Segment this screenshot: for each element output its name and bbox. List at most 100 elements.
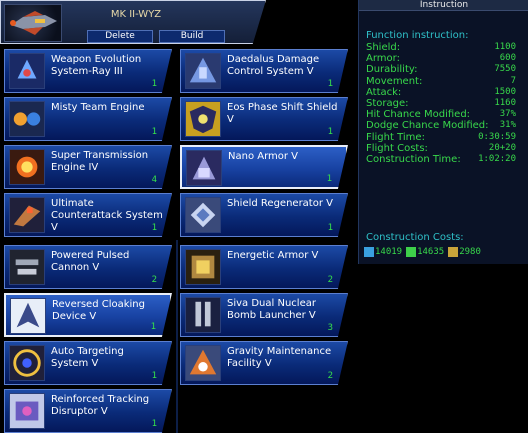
stat-row: Flight Costs: 20+20	[366, 143, 516, 154]
stat-row: Dodge Chance Modified: 31%	[366, 120, 516, 131]
component-count: 1	[327, 223, 333, 233]
component-card[interactable]: Auto Targeting System V 1	[4, 341, 172, 385]
stat-row: Construction Time: 1:02:20	[366, 154, 516, 165]
ship-name: MK II-WYZ	[110, 9, 162, 20]
component-count: 2	[151, 275, 157, 285]
transmission-engine-icon	[9, 149, 45, 185]
component-card[interactable]: Siva Dual Nuclear Bomb Launcher V 3	[180, 293, 348, 337]
stat-label: Hit Chance Modified:	[366, 109, 471, 121]
crystal-icon	[406, 246, 417, 257]
component-count: 1	[151, 371, 157, 381]
component-card[interactable]: Reversed Cloaking Device V 1	[4, 293, 172, 337]
tracking-disruptor-icon	[9, 393, 45, 429]
stat-label: Construction Time:	[366, 154, 461, 165]
stat-value: 31%	[499, 120, 516, 131]
cost-value: 14635	[417, 247, 445, 257]
build-button[interactable]: Build	[159, 30, 225, 43]
component-name: Nano Armor V	[228, 151, 299, 162]
cloaking-icon	[10, 298, 46, 334]
stat-label: Storage:	[366, 98, 409, 109]
component-name: Reversed Cloaking Device V	[52, 299, 145, 322]
stat-row: Armor: 600	[366, 53, 516, 64]
component-name: Ultimate Counterattack System V	[51, 198, 163, 233]
cost-value: 2980	[459, 247, 481, 257]
weapon-evolution-icon	[9, 53, 45, 89]
component-count: 4	[151, 175, 157, 185]
armor-icon	[186, 150, 222, 186]
component-count: 1	[327, 127, 333, 137]
shield-regenerator-icon	[185, 197, 221, 233]
component-card[interactable]: Weapon Evolution System-Ray III 1	[4, 49, 172, 93]
component-count: 1	[151, 127, 157, 137]
stat-row: Attack: 1500	[366, 87, 516, 98]
component-count: 1	[150, 322, 156, 332]
component-card[interactable]: Powered Pulsed Cannon V 2	[4, 245, 172, 289]
component-count: 1	[151, 79, 157, 89]
stat-label: Shield:	[366, 42, 401, 53]
damage-control-icon	[185, 53, 221, 89]
stat-row: Durability: 7550	[366, 64, 516, 75]
stat-label: Dodge Chance Modified:	[366, 120, 489, 132]
component-card[interactable]: Reinforced Tracking Disruptor V1	[4, 389, 172, 433]
stat-label: Flight Costs:	[366, 142, 428, 154]
stat-label: Flight Time:	[366, 131, 425, 143]
cost-list: 14019 14635 2980	[364, 246, 485, 259]
stat-value: 0:30:59	[478, 131, 516, 142]
component-name: Misty Team Engine	[51, 102, 145, 113]
stat-value: 7550	[494, 64, 516, 75]
costs-heading: Construction Costs:	[366, 232, 464, 243]
stat-value: 1500	[494, 86, 516, 97]
component-card[interactable]: Nano Armor V 1	[180, 145, 348, 189]
component-count: 1	[326, 174, 332, 184]
stat-label: Armor:	[366, 53, 400, 65]
component-count: 1	[151, 223, 157, 233]
engine-icon	[9, 101, 45, 137]
component-card[interactable]: Eos Phase Shift Shield V 1	[180, 97, 348, 141]
function-heading: Function instruction:	[366, 30, 469, 41]
metal-icon	[364, 246, 374, 257]
component-card[interactable]: Gravity Maintenance Facility V 2	[180, 341, 348, 385]
component-name: Auto Targeting System V	[51, 346, 124, 369]
targeting-icon	[9, 345, 45, 381]
component-name: Siva Dual Nuclear Bomb Launcher V	[227, 298, 316, 321]
ship-icon	[4, 4, 62, 42]
component-card[interactable]: Energetic Armor V 2	[180, 245, 348, 289]
component-card[interactable]: Shield Regenerator V 1	[180, 193, 348, 237]
stat-row: Movement: 7	[366, 76, 516, 87]
component-name: Weapon Evolution System-Ray III	[51, 54, 142, 77]
gas-icon	[448, 246, 459, 257]
component-count: 1	[327, 79, 333, 89]
component-name: Reinforced Tracking Disruptor V	[51, 394, 150, 417]
gravity-facility-icon	[185, 345, 221, 381]
stat-label: Movement:	[366, 75, 423, 87]
column-divider	[176, 240, 178, 433]
component-name: Powered Pulsed Cannon V	[51, 250, 130, 273]
component-card[interactable]: Misty Team Engine 1	[4, 97, 172, 141]
component-card[interactable]: Daedalus Damage Control System V 1	[180, 49, 348, 93]
shield-icon	[185, 101, 221, 137]
stat-label: Durability:	[366, 64, 418, 76]
stat-label: Attack:	[366, 86, 402, 98]
component-name: Daedalus Damage Control System V	[227, 54, 320, 77]
stat-row: Storage: 1160	[366, 98, 516, 109]
component-card[interactable]: Super Transmission Engine IV 4	[4, 145, 172, 189]
stat-row: Shield: 1100	[366, 42, 516, 53]
stat-row: Flight Time: 0:30:59	[366, 132, 516, 143]
counterattack-icon	[9, 197, 45, 233]
component-count: 3	[327, 323, 333, 333]
delete-button[interactable]: Delete	[87, 30, 153, 43]
component-name: Gravity Maintenance Facility V	[227, 346, 332, 369]
cost-value: 14019	[375, 247, 403, 257]
component-name: Eos Phase Shift Shield V	[227, 102, 338, 125]
ship-header: MK II-WYZ Delete Build	[0, 0, 266, 44]
cannon-icon	[9, 249, 45, 285]
component-count: 2	[327, 371, 333, 381]
stat-value: 1160	[494, 98, 516, 108]
stat-value: 600	[499, 53, 516, 64]
stat-value: 37%	[499, 109, 516, 120]
energetic-armor-icon	[185, 249, 221, 285]
component-card[interactable]: Ultimate Counterattack System V1	[4, 193, 172, 237]
bomb-launcher-icon	[185, 297, 221, 333]
instruction-panel: Instruction Function instruction: Shield…	[358, 0, 528, 264]
panel-title: Instruction	[359, 0, 528, 11]
